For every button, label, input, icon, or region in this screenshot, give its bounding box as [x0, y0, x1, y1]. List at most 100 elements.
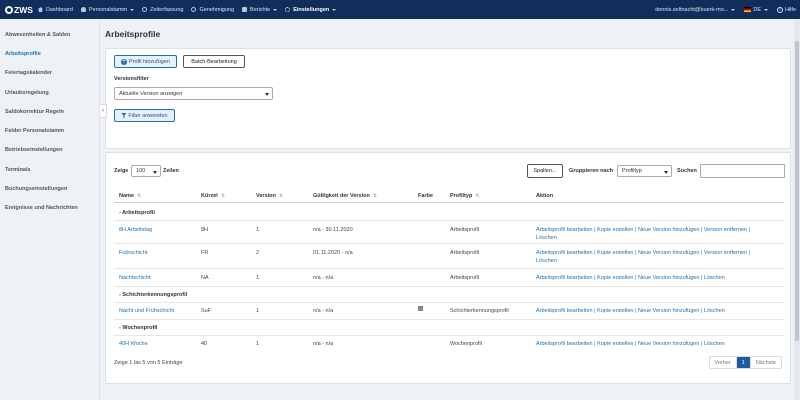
sidebar-item-feiertagskalender[interactable]: Feiertagskalender	[0, 64, 99, 83]
sidebar-item-betriebseinstellungen[interactable]: Betriebseinstellungen	[0, 141, 99, 160]
print-icon	[242, 7, 248, 12]
version-cell: 1	[256, 341, 260, 347]
table-row: Nachtschicht NA 1 n/a - n/a Arbeitsprofi…	[114, 269, 784, 287]
chevron-down-icon	[731, 8, 736, 11]
delete-link[interactable]: Löschen	[536, 235, 557, 241]
sidebar-item-label: Terminals	[5, 166, 31, 173]
nav-genehmigung[interactable]: Genehmigung	[187, 0, 238, 19]
chevron-down-icon	[153, 171, 157, 174]
column-header-version[interactable]: Version ⇅	[256, 193, 283, 199]
profile-name-link[interactable]: Frühschicht	[119, 250, 147, 256]
edit-profile-link[interactable]: Arbeitsprofil bearbeiten	[536, 275, 593, 281]
batch-edit-button[interactable]: Batch-Bearbeitung	[183, 55, 245, 68]
sidebar-item-arbeitsprofile[interactable]: Arbeitsprofile	[0, 44, 99, 63]
sidebar-item-buchungseinstellungen[interactable]: Buchungseinstellungen	[0, 179, 99, 198]
apply-filter-button[interactable]: Filter anwenden	[114, 109, 175, 122]
chevron-down-icon	[664, 171, 668, 174]
group-by-value: Profiltyp	[622, 168, 642, 174]
version-filter-select[interactable]: Aktuelle Version anzeigen	[114, 87, 273, 100]
sidebar-item-label: Saldokorrektur Regeln	[5, 108, 64, 115]
sidebar-item-ereignisse[interactable]: Ereignisse und Nachrichten	[0, 199, 99, 218]
validity-cell: n/a - n/a	[313, 308, 334, 314]
column-header-name[interactable]: Name ⇅	[119, 193, 141, 199]
sidebar-item-abwesenheiten[interactable]: Abwesenheiten & Salden	[0, 25, 99, 44]
chevron-down-icon	[265, 93, 269, 96]
sidebar-item-urlaubsregelung[interactable]: Urlaubsregelung	[0, 83, 99, 102]
user-area: dennis.seltnacht@buerk-mo... DE ? Hilfe	[646, 0, 796, 19]
edit-profile-link[interactable]: Arbeitsprofil bearbeiten	[536, 308, 593, 314]
sidebar-item-felder-personalstamm[interactable]: Felder Personalstamm	[0, 121, 99, 140]
scrollbar-thumb[interactable]	[795, 41, 799, 341]
delete-link[interactable]: Löschen	[704, 341, 725, 347]
nav-zeiterfassung[interactable]: Zeiterfassung	[138, 0, 187, 19]
version-cell: 1	[256, 227, 260, 233]
chevron-down-icon	[763, 8, 768, 11]
profile-name-link[interactable]: 40H Woche	[119, 341, 148, 347]
profile-name-link[interactable]: Nachtschicht	[119, 275, 151, 281]
group-row[interactable]: - Schichterkennungsprofil	[114, 287, 784, 303]
version-cell: 1	[256, 275, 260, 281]
edit-profile-link[interactable]: Arbeitsprofil bearbeiten	[536, 250, 593, 256]
column-header-profiltyp[interactable]: Profiltyp ⇅	[450, 193, 480, 199]
sort-icon: ⇅	[278, 193, 283, 199]
chevron-down-icon	[130, 8, 135, 11]
edit-profile-link[interactable]: Arbeitsprofil bearbeiten	[536, 227, 593, 233]
app-logo[interactable]: ZWS	[0, 5, 34, 15]
main-nav: Dashboard Personalstamm Zeiterfassung Ge…	[34, 0, 340, 19]
page-size-select[interactable]: 100	[131, 165, 161, 177]
sidebar-item-label: Feiertagskalender	[5, 70, 53, 77]
copy-link[interactable]: Kopie erstellen	[597, 341, 633, 347]
remove-version-link[interactable]: Version entfernen	[704, 227, 747, 233]
copy-link[interactable]: Kopie erstellen	[597, 250, 633, 256]
group-row[interactable]: - Wochenprofil	[114, 320, 784, 336]
nav-einstellungen[interactable]: Einstellungen	[281, 0, 340, 19]
language-menu[interactable]: DE	[744, 7, 768, 13]
add-version-link[interactable]: Neue Version hinzufügen	[638, 250, 699, 256]
sidebar-item-saldokorrektur[interactable]: Saldokorrektur Regeln	[0, 102, 99, 121]
group-label: - Schichterkennungsprofil	[119, 292, 188, 298]
page-scrollbar[interactable]	[794, 19, 800, 400]
table-row: 8H Arbeitstag 8H 1 n/a - 30.11.2020 Arbe…	[114, 221, 784, 244]
copy-link[interactable]: Kopie erstellen	[597, 308, 633, 314]
columns-label: Spalten...	[533, 168, 557, 174]
add-version-link[interactable]: Neue Version hinzufügen	[638, 275, 699, 281]
column-header-kuerzel[interactable]: Kürzel ⇅	[201, 193, 225, 199]
search-input[interactable]	[700, 164, 785, 178]
delete-link[interactable]: Löschen	[704, 308, 725, 314]
user-menu[interactable]: dennis.seltnacht@buerk-mo...	[655, 7, 736, 13]
remove-version-link[interactable]: Version entfernen	[704, 250, 747, 256]
add-version-link[interactable]: Neue Version hinzufügen	[638, 308, 699, 314]
add-version-link[interactable]: Neue Version hinzufügen	[638, 341, 699, 347]
nav-label: Einstellungen	[293, 6, 330, 13]
copy-link[interactable]: Kopie erstellen	[597, 275, 633, 281]
group-by-select[interactable]: Profiltyp	[617, 165, 672, 177]
nav-berichte[interactable]: Berichte	[238, 0, 281, 19]
pagination-next[interactable]: Nächste	[751, 357, 781, 368]
add-profile-button[interactable]: + Profil hinzufügen	[114, 55, 177, 68]
type-cell: Arbeitsprofil	[450, 227, 480, 233]
pagination-prev[interactable]: Vorher	[710, 357, 737, 368]
version-cell: 1	[256, 308, 260, 314]
action-links: Arbeitsprofil bearbeiten | Kopie erstell…	[536, 275, 725, 281]
chevron-down-icon	[332, 8, 337, 11]
sidebar-collapse-button[interactable]: ‹	[100, 104, 107, 118]
sidebar-item-label: Arbeitsprofile	[5, 50, 41, 57]
group-row[interactable]: - Arbeitsprofil	[114, 205, 784, 221]
delete-link[interactable]: Löschen	[704, 275, 725, 281]
pagination-page[interactable]: 1	[736, 357, 751, 368]
delete-link[interactable]: Löschen	[536, 258, 557, 264]
german-flag-icon	[744, 7, 752, 12]
validity-cell: n/a - n/a	[313, 341, 334, 347]
nav-label: Personalstamm	[88, 6, 128, 13]
columns-button[interactable]: Spalten...	[527, 164, 563, 178]
copy-link[interactable]: Kopie erstellen	[597, 227, 633, 233]
profile-name-link[interactable]: 8H Arbeitstag	[119, 227, 152, 233]
profile-name-link[interactable]: Nacht und Frühschicht	[119, 308, 174, 314]
nav-personalstamm[interactable]: Personalstamm	[77, 0, 138, 19]
column-header-validity[interactable]: Gültigkeit der Version ⇅	[313, 193, 377, 199]
sidebar-item-terminals[interactable]: Terminals	[0, 160, 99, 179]
edit-profile-link[interactable]: Arbeitsprofil bearbeiten	[536, 341, 593, 347]
add-version-link[interactable]: Neue Version hinzufügen	[638, 227, 699, 233]
help-link[interactable]: ? Hilfe	[776, 6, 796, 13]
nav-dashboard[interactable]: Dashboard	[34, 0, 77, 19]
